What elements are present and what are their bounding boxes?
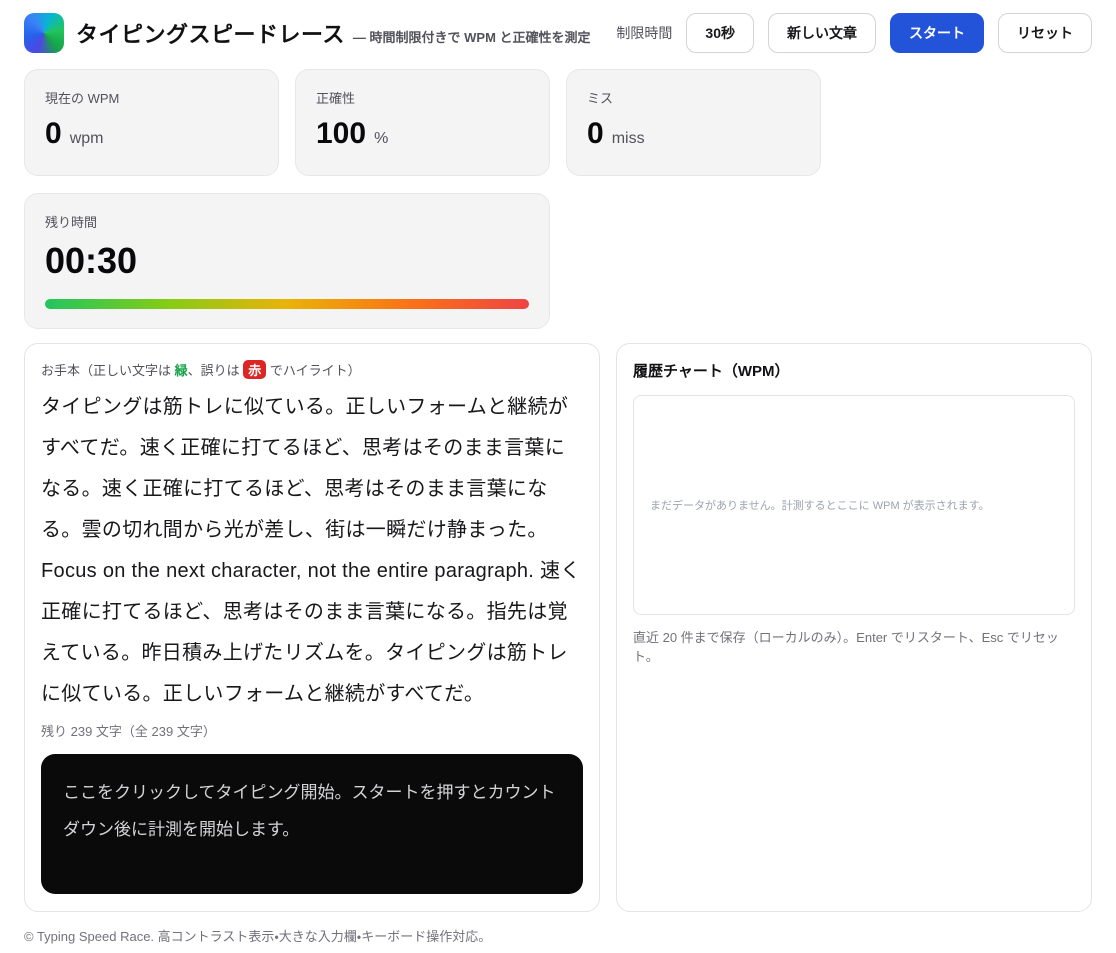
new-text-button[interactable]: 新しい文章	[768, 13, 876, 53]
accuracy-card: 正確性 100 %	[295, 69, 550, 176]
accuracy-value: 100	[316, 119, 366, 149]
chart-empty-message: まだデータがありません。計測するとここに WPM が表示されます。	[650, 497, 990, 513]
footer-text: © Typing Speed Race. 高コントラスト表示・大きな入力欄・キー…	[24, 926, 1092, 945]
header-brand: タイピングスピードレース — 時間制限付きで WPM と正確性を測定	[24, 13, 591, 53]
page-subtitle: — 時間制限付きで WPM と正確性を測定	[353, 27, 591, 46]
main-grid: お手本（正しい文字は 緑、誤りは 赤 でハイライト） タイピングは筋トレに似てい…	[24, 343, 1092, 912]
sample-caption: お手本（正しい文字は 緑、誤りは 赤 でハイライト）	[41, 360, 583, 379]
stats-grid-spacer	[837, 69, 1092, 176]
sample-caption-mid: 、誤りは	[188, 363, 244, 378]
wpm-history-chart: まだデータがありません。計測するとここに WPM が表示されます。	[633, 395, 1075, 615]
accuracy-label: 正確性	[316, 88, 529, 107]
time-limit-label: 制限時間	[616, 23, 672, 43]
miss-unit: miss	[612, 130, 645, 148]
wpm-label: 現在の WPM	[45, 88, 258, 107]
wpm-unit: wpm	[70, 130, 104, 148]
history-title: 履歴チャート（WPM）	[633, 360, 1075, 381]
sample-caption-red-badge: 赤	[243, 360, 266, 379]
page: タイピングスピードレース — 時間制限付きで WPM と正確性を測定 制限時間 …	[0, 0, 1116, 945]
stats-grid: 現在の WPM 0 wpm 正確性 100 % ミス 0 miss 残り時間 0…	[24, 69, 1092, 329]
title-wrap: タイピングスピードレース — 時間制限付きで WPM と正確性を測定	[76, 17, 591, 49]
miss-card: ミス 0 miss	[566, 69, 821, 176]
history-note: 直近 20 件まで保存（ローカルのみ）。Enter でリスタート、Esc でリセ…	[633, 627, 1075, 665]
header: タイピングスピードレース — 時間制限付きで WPM と正確性を測定 制限時間 …	[24, 10, 1092, 56]
sample-text: タイピングは筋トレに似ている。正しいフォームと継続がすべてだ。速く正確に打てるほ…	[41, 387, 583, 715]
app-logo-icon	[24, 13, 64, 53]
time-limit-button[interactable]: 30秒	[686, 13, 754, 53]
sample-panel: お手本（正しい文字は 緑、誤りは 赤 でハイライト） タイピングは筋トレに似てい…	[24, 343, 600, 912]
miss-label: ミス	[587, 88, 800, 107]
sample-caption-prefix: お手本（正しい文字は	[41, 363, 175, 378]
reset-button[interactable]: リセット	[998, 13, 1092, 53]
timer-value: 00:30	[45, 243, 529, 279]
sample-caption-suffix: でハイライト）	[266, 363, 360, 378]
page-title: タイピングスピードレース	[76, 17, 345, 49]
miss-value: 0	[587, 119, 604, 149]
header-controls: 制限時間 30秒 新しい文章 スタート リセット	[616, 13, 1092, 53]
wpm-card: 現在の WPM 0 wpm	[24, 69, 279, 176]
timer-progress-bar	[45, 299, 529, 309]
start-button[interactable]: スタート	[890, 13, 984, 53]
timer-card: 残り時間 00:30	[24, 193, 550, 329]
accuracy-unit: %	[374, 130, 388, 148]
sample-caption-green: 緑	[175, 363, 188, 378]
typing-input-area[interactable]: ここをクリックしてタイピング開始。スタートを押すとカウントダウン後に計測を開始し…	[41, 754, 583, 894]
timer-label: 残り時間	[45, 212, 529, 231]
wpm-value: 0	[45, 119, 62, 149]
remaining-count: 残り 239 文字（全 239 文字）	[41, 721, 583, 740]
history-panel: 履歴チャート（WPM） まだデータがありません。計測するとここに WPM が表示…	[616, 343, 1092, 912]
